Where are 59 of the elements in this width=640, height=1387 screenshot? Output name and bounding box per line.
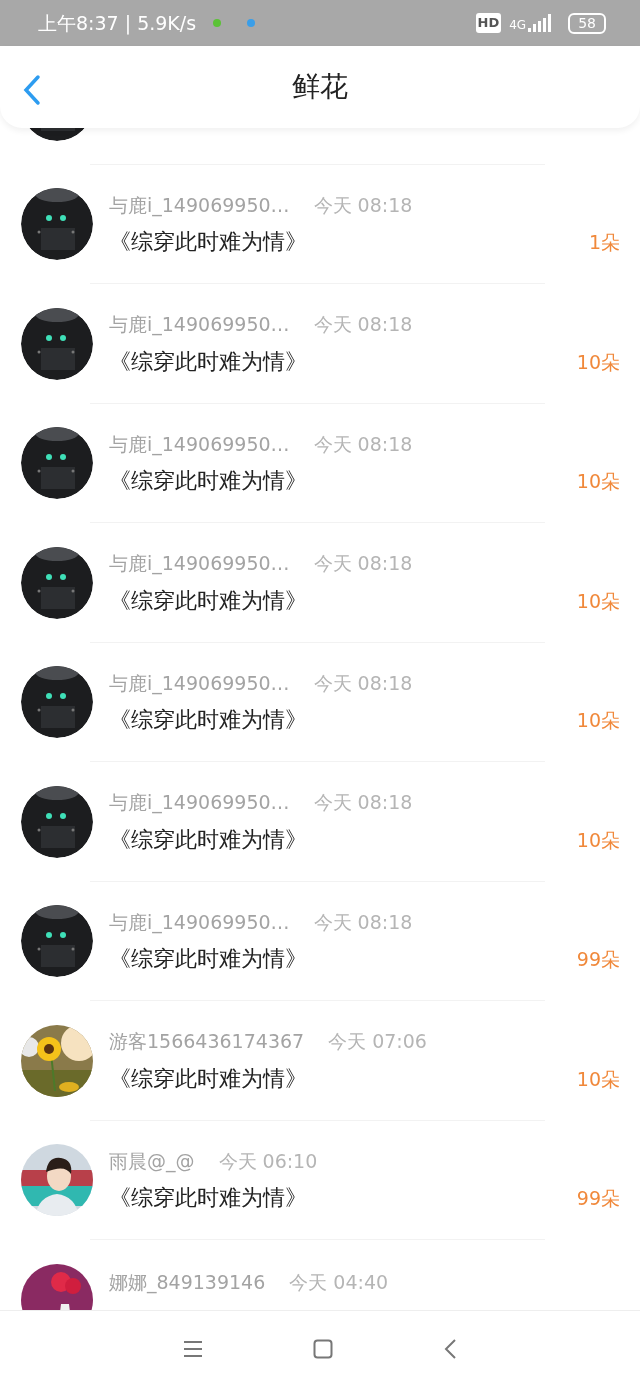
flower-record[interactable]: 与鹿i_149069950… 今天 08:18 《综穿此时难为情》 10朵 <box>0 523 640 643</box>
flower-count: 10朵 <box>576 708 620 733</box>
flower-count: 99朵 <box>576 947 620 972</box>
send-time: 今天 08:18 <box>313 790 413 815</box>
status-time: 上午8:37 | 5.9K/s <box>38 10 197 37</box>
user-name: 与鹿i_149069950… <box>109 790 290 816</box>
book-title: 《综穿此时难为情》 <box>109 467 308 495</box>
flower-count: 10朵 <box>576 827 620 853</box>
notification-icon <box>212 18 223 28</box>
user-name: 与鹿i_149069950… <box>109 670 290 697</box>
flower-record[interactable]: 与鹿i_149069950… 今天 08:18 《综穿此时难为情》 1朵 <box>0 164 640 284</box>
book-title: 《综穿此时难为情》 <box>109 586 308 615</box>
book-title: 《综穿此时难为情》 <box>109 706 308 734</box>
send-time: 今天 04:40 <box>289 1269 389 1295</box>
send-time: 今天 08:18 <box>313 431 413 457</box>
user-name: 雨晨@_@ <box>109 1148 195 1175</box>
flower-count: 99朵 <box>576 1186 620 1211</box>
flower-count: 1朵 <box>588 230 620 255</box>
menu-icon[interactable] <box>183 1340 203 1358</box>
user-name: 与鹿i_149069950… <box>109 312 290 338</box>
flower-count: 10朵 <box>576 588 620 614</box>
book-title: 《综穿此时难为情》 <box>109 825 308 854</box>
flower-record[interactable]: 与鹿i_149069950… 今天 08:18 《综穿此时难为情》 10朵 <box>0 762 640 882</box>
book-title: 《综穿此时难为情》 <box>109 1184 308 1212</box>
user-name: 与鹿i_149069950… <box>109 909 290 936</box>
user-name: 游客1566436174367 <box>109 1029 305 1054</box>
page-title: 鲜花 <box>292 69 348 105</box>
flower-count: 10朵 <box>576 469 620 494</box>
user-name: 与鹿i_149069950… <box>109 551 290 577</box>
send-time: 今天 08:18 <box>313 312 413 337</box>
book-title: 《综穿此时难为情》 <box>109 1064 308 1093</box>
book-title: 《综穿此时难为情》 <box>109 347 308 376</box>
back-icon[interactable] <box>443 1338 457 1360</box>
send-time: 今天 08:18 <box>313 909 413 935</box>
flower-record[interactable]: 与鹿i_149069950… 今天 08:18 《综穿此时难为情》 10朵 <box>0 642 640 762</box>
send-time: 今天 08:18 <box>313 670 413 696</box>
battery-indicator: 58 <box>568 12 606 34</box>
book-title: 《综穿此时难为情》 <box>109 945 308 973</box>
home-icon[interactable] <box>313 1339 333 1359</box>
hd-indicator: HD <box>475 13 502 33</box>
user-name: 与鹿i_149069950… <box>109 192 290 219</box>
send-time: 今天 08:18 <box>313 192 413 218</box>
send-time: 今天 07:06 <box>328 1029 427 1054</box>
user-name: 与鹿i_149069950… <box>109 431 290 458</box>
send-time: 今天 06:10 <box>218 1148 318 1174</box>
network-type: 4G <box>509 18 527 31</box>
flower-record[interactable]: 与鹿i_149069950… 今天 08:18 《综穿此时难为情》 10朵 <box>0 403 640 523</box>
flower-record[interactable]: 与鹿i_149069950… 今天 08:18 《综穿此时难为情》 10朵 <box>0 284 640 404</box>
flower-record[interactable]: 与鹿i_149069950… 今天 08:18 《综穿此时难为情》 99朵 <box>0 881 640 1001</box>
back-icon <box>22 74 42 106</box>
flower-record[interactable]: 游客1566436174367 今天 07:06 《综穿此时难为情》 10朵 <box>0 1001 640 1121</box>
flower-count: 10朵 <box>576 1066 620 1092</box>
signal-icon <box>528 14 553 32</box>
flower-record[interactable]: 雨晨@_@ 今天 06:10 《综穿此时难为情》 99朵 <box>0 1120 640 1240</box>
flower-count: 10朵 <box>576 349 620 375</box>
notification-icon <box>246 18 257 28</box>
book-title: 《综穿此时难为情》 <box>109 228 308 256</box>
send-time: 今天 08:18 <box>313 551 413 576</box>
user-name: 娜娜_849139146 <box>109 1269 266 1296</box>
